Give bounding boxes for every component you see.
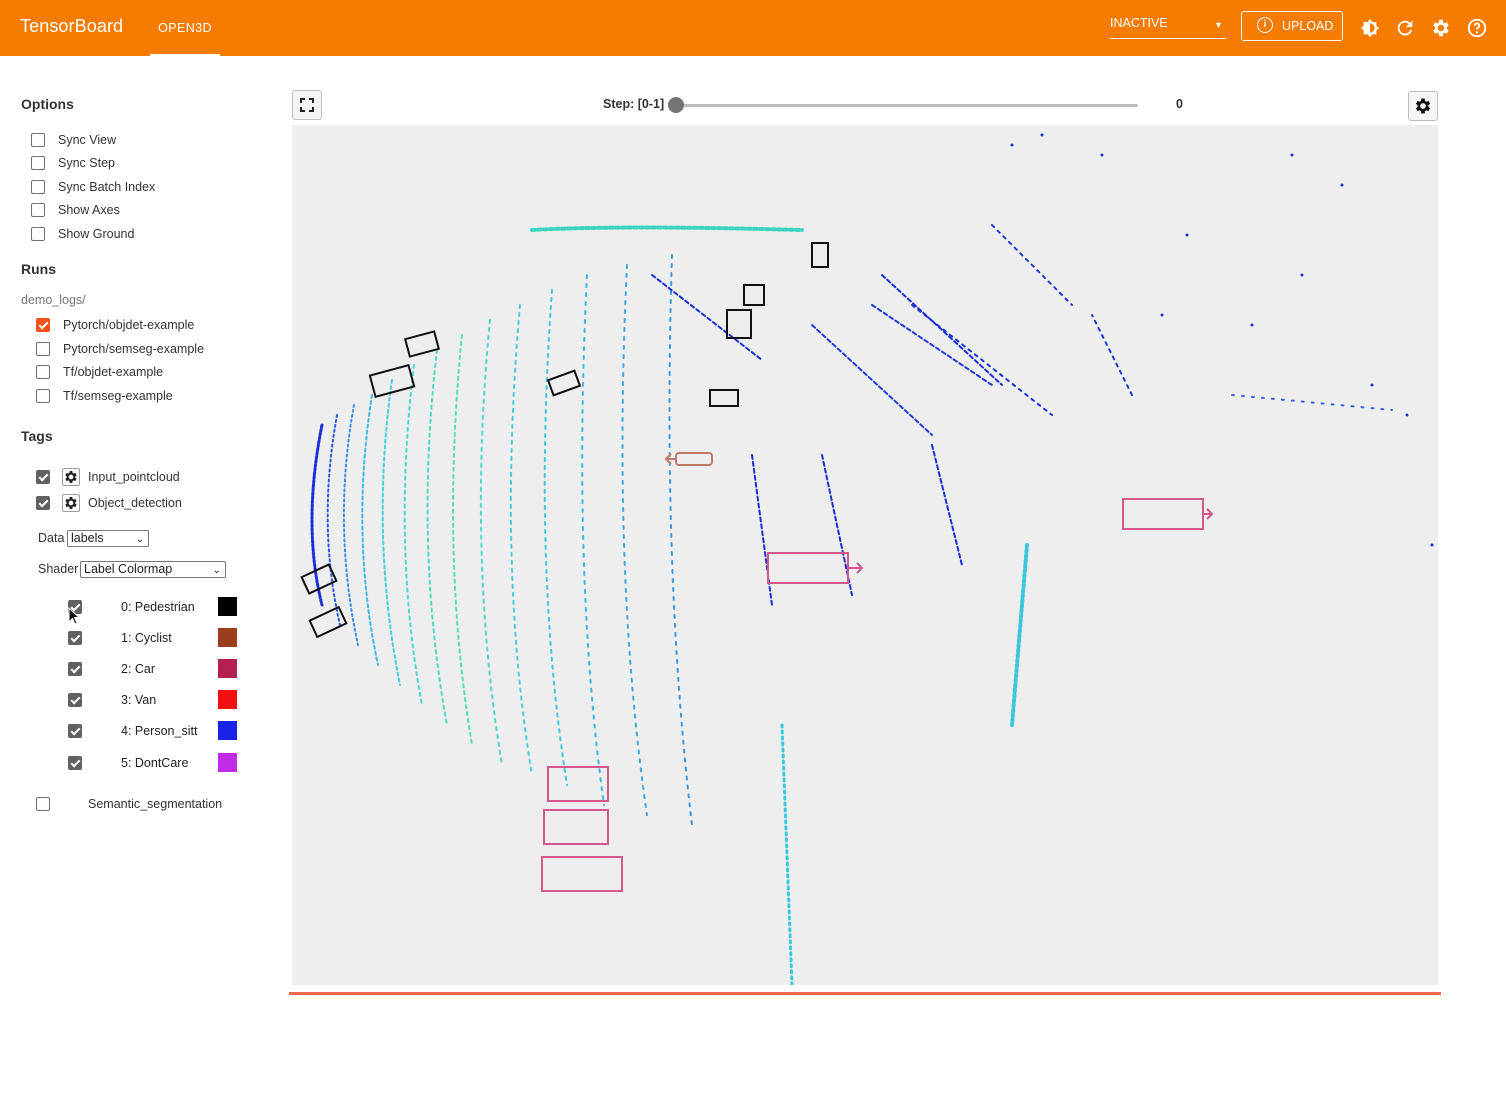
upload-button-label: UPLOAD	[1282, 19, 1334, 33]
data-select[interactable]: labels ⌄	[67, 530, 149, 547]
show-ground-label: Show Ground	[58, 227, 135, 241]
sync-step-label: Sync Step	[58, 156, 115, 170]
tag-settings-gear-icon[interactable]	[62, 468, 80, 486]
label-person-sitting-checkbox[interactable]	[68, 724, 82, 738]
run-tf-semseg-label: Tf/semseg-example	[63, 389, 173, 403]
run-tf-objdet-checkbox[interactable]	[36, 365, 50, 379]
tag-settings-gear-icon[interactable]	[62, 494, 80, 512]
data-select-value: labels	[71, 531, 104, 545]
app-brand: TensorBoard	[20, 16, 124, 36]
label-dontcare-color-swatch[interactable]	[218, 753, 237, 772]
run-pytorch-semseg-checkbox[interactable]	[36, 342, 50, 356]
mouse-cursor-icon	[68, 607, 81, 625]
sync-view-checkbox[interactable]	[31, 133, 45, 147]
tag-object-detection-checkbox[interactable]	[36, 496, 50, 510]
show-axes-checkbox[interactable]	[31, 203, 45, 217]
upload-button[interactable]: i UPLOAD	[1241, 11, 1343, 41]
data-label: Data	[38, 531, 65, 545]
refresh-icon[interactable]	[1394, 17, 1416, 39]
label-van-name: 3: Van	[121, 693, 157, 707]
active-tab-indicator	[150, 54, 220, 56]
run-tf-objdet-label: Tf/objdet-example	[63, 365, 164, 379]
point-cloud-view[interactable]	[292, 125, 1438, 985]
label-dontcare-checkbox[interactable]	[68, 756, 82, 770]
settings-gear-icon	[1415, 98, 1431, 114]
settings-gear-icon[interactable]	[1430, 17, 1452, 39]
label-van-checkbox[interactable]	[68, 693, 82, 707]
show-ground-checkbox[interactable]	[31, 227, 45, 241]
info-icon: i	[1257, 17, 1273, 33]
step-slider-thumb[interactable]	[668, 97, 684, 113]
viewer-bottom-border	[289, 992, 1441, 995]
step-value: 0	[1176, 97, 1183, 111]
run-tf-semseg-checkbox[interactable]	[36, 389, 50, 403]
label-car-color-swatch[interactable]	[218, 659, 237, 678]
sidebar: Options Sync View Sync Step Sync Batch I…	[0, 60, 270, 1100]
sync-batch-index-label: Sync Batch Index	[58, 180, 156, 194]
tag-input-pointcloud-label: Input_pointcloud	[88, 470, 180, 484]
chevron-down-icon: ⌄	[135, 534, 144, 545]
viewer-settings-button[interactable]	[1408, 91, 1438, 121]
label-cyclist-checkbox[interactable]	[68, 631, 82, 645]
label-person-sitting-name: 4: Person_sitt	[121, 724, 198, 738]
label-dontcare-name: 5: DontCare	[121, 756, 189, 770]
runs-prefix: demo_logs/	[21, 293, 86, 307]
label-pedestrian-color-swatch[interactable]	[218, 597, 237, 616]
reload-status-select[interactable]: INACTIVE ▼	[1110, 16, 1226, 39]
label-car-name: 2: Car	[121, 662, 156, 676]
step-slider[interactable]	[676, 104, 1138, 107]
options-title: Options	[21, 96, 74, 112]
label-pedestrian-name: 0: Pedestrian	[121, 600, 195, 614]
label-person-sitting-color-swatch[interactable]	[218, 721, 237, 740]
shader-label: Shader	[38, 562, 79, 576]
sync-step-checkbox[interactable]	[31, 156, 45, 170]
run-pytorch-objdet-label: Pytorch/objdet-example	[63, 318, 195, 332]
label-car-checkbox[interactable]	[68, 662, 82, 676]
label-cyclist-name: 1: Cyclist	[121, 631, 172, 645]
run-pytorch-semseg-label: Pytorch/semseg-example	[63, 342, 205, 356]
tag-semantic-segmentation-label: Semantic_segmentation	[88, 797, 223, 811]
chevron-down-icon: ⌄	[212, 565, 221, 576]
sync-view-label: Sync View	[58, 133, 117, 147]
label-cyclist-color-swatch[interactable]	[218, 628, 237, 647]
dropdown-caret-icon: ▼	[1214, 20, 1223, 30]
shader-select[interactable]: Label Colormap ⌄	[80, 561, 226, 578]
help-icon[interactable]	[1466, 17, 1488, 39]
shader-select-value: Label Colormap	[84, 562, 173, 576]
tab-open3d[interactable]: OPEN3D	[150, 0, 220, 56]
app-bar: TensorBoard OPEN3D INACTIVE ▼ i UPLOAD	[0, 0, 1506, 56]
brightness-icon[interactable]	[1359, 17, 1381, 39]
status-value: INACTIVE	[1110, 16, 1168, 30]
sync-batch-index-checkbox[interactable]	[31, 180, 45, 194]
tag-input-pointcloud-checkbox[interactable]	[36, 470, 50, 484]
fullscreen-icon	[300, 98, 314, 112]
tag-object-detection-label: Object_detection	[88, 496, 182, 510]
show-axes-label: Show Axes	[58, 203, 120, 217]
label-van-color-swatch[interactable]	[218, 690, 237, 709]
step-label: Step: [0-1]	[603, 97, 665, 111]
point-cloud-canvas[interactable]	[292, 125, 1438, 985]
tag-semantic-segmentation-checkbox[interactable]	[36, 797, 50, 811]
tags-title: Tags	[21, 428, 53, 444]
run-pytorch-objdet-checkbox[interactable]	[36, 318, 50, 332]
runs-title: Runs	[21, 261, 56, 277]
fullscreen-button[interactable]	[292, 90, 322, 120]
